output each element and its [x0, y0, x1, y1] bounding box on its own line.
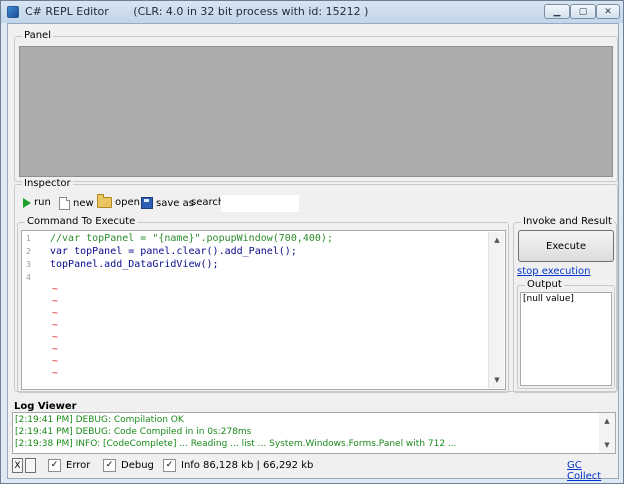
empty-line-marker: ~ — [52, 368, 59, 379]
clear-log-button[interactable]: X — [12, 458, 23, 473]
app-icon — [7, 6, 19, 18]
line-number: 3 — [26, 260, 31, 269]
empty-line-marker: ~ — [52, 296, 59, 307]
code-editor[interactable]: 1 2 3 4 //var topPanel = "{name}".popupW… — [21, 230, 506, 390]
new-button[interactable]: new — [59, 197, 94, 210]
code-line: var topPanel = panel.clear().add_Panel()… — [50, 246, 297, 257]
log-line: [2:19:41 PM] DEBUG: Compilation OK — [15, 415, 184, 425]
run-button[interactable]: run — [23, 197, 51, 208]
output-group: Output [null value] — [517, 279, 615, 389]
log-viewer-title: Log Viewer — [14, 401, 77, 412]
close-button[interactable]: ✕ — [596, 4, 620, 19]
search-input[interactable] — [221, 195, 299, 212]
folder-icon — [97, 194, 112, 208]
scroll-up-icon[interactable]: ▲ — [490, 233, 504, 247]
info-label: Info — [181, 460, 200, 471]
checkbox-check-icon: ✓ — [48, 459, 61, 472]
info-checkbox[interactable]: ✓ Info — [163, 459, 200, 472]
line-number-gutter: 1 2 3 4 — [22, 231, 40, 389]
empty-line-marker: ~ — [52, 308, 59, 319]
empty-line-marker: ~ — [52, 356, 59, 367]
open-label: open — [115, 197, 140, 208]
checkbox-check-icon: ✓ — [163, 459, 176, 472]
output-textbox[interactable]: [null value] — [520, 292, 612, 386]
scroll-down-icon[interactable]: ▼ — [600, 438, 614, 452]
line-number: 1 — [26, 234, 31, 243]
output-title: Output — [525, 279, 564, 290]
command-group: Command To Execute 1 2 3 4 //var topPane… — [17, 216, 509, 393]
line-number: 2 — [26, 247, 31, 256]
app-window: C# REPL Editor (CLR: 4.0 in 32 bit proce… — [0, 0, 624, 484]
client-area: Panel Inspector run new open save as sea… — [7, 23, 619, 482]
inspector-title: Inspector — [22, 178, 73, 189]
log-viewer[interactable]: [2:19:41 PM] DEBUG: Compilation OK [2:19… — [12, 412, 616, 454]
open-button[interactable]: open — [97, 194, 140, 208]
log-line: [2:19:41 PM] DEBUG: Code Compiled in in … — [15, 427, 252, 437]
scroll-down-icon[interactable]: ▼ — [490, 373, 504, 387]
minimize-button[interactable]: ▁ — [544, 4, 570, 19]
log-line: [2:19:38 PM] INFO: [CodeComplete] ... Re… — [15, 439, 457, 449]
panel-title: Panel — [22, 30, 53, 41]
save-as-label: save as — [156, 197, 194, 209]
empty-line-marker: ~ — [52, 284, 59, 295]
new-label: new — [73, 198, 94, 209]
log-scrollbar[interactable]: ▲ ▼ — [599, 413, 615, 453]
debug-checkbox[interactable]: ✓ Debug — [103, 459, 154, 472]
save-disk-icon — [141, 197, 153, 209]
log-option-button[interactable] — [25, 458, 36, 473]
stop-execution-link[interactable]: stop execution — [517, 266, 591, 277]
inspector-toolbar: run new open save as search: — [19, 193, 615, 217]
status-bar: X ✓ Error ✓ Debug ✓ Info 86,128 kb | 66,… — [8, 456, 618, 482]
invoke-group: Invoke and Result Execute stop execution… — [513, 216, 617, 393]
memory-usage: 86,128 kb | 66,292 kb — [203, 460, 314, 471]
panel-group: Panel — [14, 30, 618, 182]
window-title: C# REPL Editor (CLR: 4.0 in 32 bit proce… — [25, 5, 369, 18]
empty-line-marker: ~ — [52, 320, 59, 331]
maximize-button[interactable]: ▢ — [570, 4, 596, 19]
debug-label: Debug — [121, 460, 154, 471]
new-document-icon — [59, 197, 70, 210]
error-label: Error — [66, 460, 91, 471]
play-icon — [23, 197, 31, 208]
scroll-up-icon[interactable]: ▲ — [600, 414, 614, 428]
error-checkbox[interactable]: ✓ Error — [48, 459, 90, 472]
inspector-group: Inspector run new open save as search: C… — [14, 178, 618, 393]
invoke-title: Invoke and Result — [521, 216, 614, 227]
code-line: //var topPanel = "{name}".popupWindow(70… — [50, 233, 333, 244]
command-title: Command To Execute — [25, 216, 138, 227]
execute-button[interactable]: Execute — [518, 230, 614, 262]
line-number: 4 — [26, 273, 31, 282]
code-line: topPanel.add_DataGridView(); — [50, 259, 219, 270]
gc-collect-link[interactable]: GC Collect — [567, 460, 618, 482]
checkbox-check-icon: ✓ — [103, 459, 116, 472]
empty-line-marker: ~ — [52, 332, 59, 343]
panel-surface[interactable] — [19, 46, 613, 177]
title-bar[interactable]: C# REPL Editor (CLR: 4.0 in 32 bit proce… — [1, 1, 623, 23]
save-as-button[interactable]: save as — [141, 197, 194, 209]
run-label: run — [34, 197, 51, 208]
editor-scrollbar[interactable]: ▲ ▼ — [488, 232, 504, 388]
empty-line-marker: ~ — [52, 344, 59, 355]
